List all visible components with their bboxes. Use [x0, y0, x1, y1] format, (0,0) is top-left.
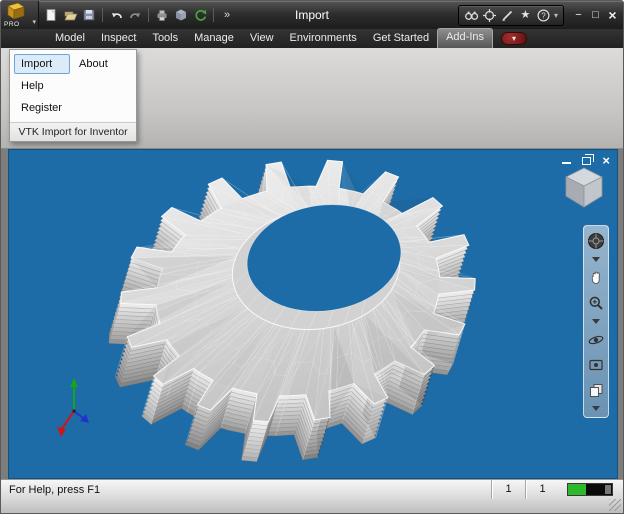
refresh-button[interactable]: [191, 6, 209, 24]
update-button[interactable]: [172, 6, 190, 24]
status-help-text: For Help, press F1: [9, 483, 101, 496]
toolbar-separator: [213, 8, 214, 22]
status-progress-indicator: [567, 483, 613, 496]
red-dropdown-button[interactable]: ▾: [501, 32, 527, 45]
window-bottom-frame: [1, 499, 623, 513]
tab-get-started[interactable]: Get Started: [365, 29, 437, 48]
status-counter-a: 1: [491, 480, 525, 499]
tab-model[interactable]: Model: [47, 29, 93, 48]
progress-tail-segment: [605, 485, 611, 494]
axis-triad: [57, 378, 89, 437]
svg-text:?: ?: [541, 11, 546, 20]
zoom-caret-icon[interactable]: [585, 317, 607, 326]
document-restore-button[interactable]: [582, 154, 595, 166]
ribbon-tab-bar: Model Inspect Tools Manage View Environm…: [1, 28, 623, 48]
ribbon-body: Import About Help Register VTK Import fo…: [1, 48, 623, 149]
print-button[interactable]: [153, 6, 171, 24]
progress-dark-segment: [586, 484, 604, 495]
document-minimize-button[interactable]: [562, 154, 572, 166]
navigation-bar: [583, 225, 609, 418]
flyout-item-help[interactable]: Help: [14, 76, 70, 96]
flyout-item-register[interactable]: Register: [14, 98, 70, 118]
zoom-icon[interactable]: [585, 292, 607, 314]
document-window-controls: ×: [562, 154, 610, 167]
status-right: 1 1: [491, 480, 623, 499]
vtk-import-panel: Import About Help Register VTK Import fo…: [9, 49, 137, 142]
panel-title: VTK Import for Inventor: [10, 122, 136, 141]
pen-icon[interactable]: [500, 8, 515, 23]
document-close-button[interactable]: ×: [602, 154, 610, 167]
window-close-button[interactable]: ×: [604, 6, 621, 24]
navigation-wheel-icon[interactable]: [585, 230, 607, 252]
toolbar-separator: [148, 8, 149, 22]
app-window: PRO ▾ » Import ★ ? ▾ − □ × Model Inspect…: [0, 0, 624, 514]
tab-tools[interactable]: Tools: [144, 29, 186, 48]
status-bar: For Help, press F1 1 1: [1, 479, 623, 499]
view-cube[interactable]: [558, 163, 606, 209]
search-binoculars-icon[interactable]: [464, 8, 479, 23]
navbar-more-caret-icon[interactable]: [585, 404, 607, 413]
titlebar-tool-group: ★ ? ▾: [457, 4, 564, 26]
app-menu-caret-icon: ▾: [32, 19, 36, 26]
status-counter-b: 1: [525, 480, 559, 499]
pan-hand-icon[interactable]: [585, 267, 607, 289]
undo-button[interactable]: [107, 6, 125, 24]
new-file-button[interactable]: [42, 6, 60, 24]
navigation-wheel-caret-icon[interactable]: [585, 255, 607, 264]
open-button[interactable]: [61, 6, 79, 24]
resize-grip[interactable]: [609, 499, 621, 511]
flyout-item-about[interactable]: About: [72, 54, 130, 74]
orbit-icon[interactable]: [585, 329, 607, 351]
window-controls: − □ ×: [570, 6, 621, 24]
window-maximize-button[interactable]: □: [587, 6, 604, 24]
tab-environments[interactable]: Environments: [282, 29, 365, 48]
tab-add-ins[interactable]: Add-Ins: [437, 28, 493, 48]
progress-green-segment: [568, 484, 587, 495]
tab-inspect[interactable]: Inspect: [93, 29, 144, 48]
tab-view[interactable]: View: [242, 29, 282, 48]
look-at-icon[interactable]: [585, 354, 607, 376]
edition-label: PRO: [4, 21, 20, 28]
flyout-item-import[interactable]: Import: [14, 54, 70, 74]
help-dropdown-caret-icon[interactable]: ▾: [554, 11, 558, 20]
previous-view-icon[interactable]: [585, 379, 607, 401]
quick-access-toolbar: »: [39, 6, 239, 24]
redo-button[interactable]: [126, 6, 144, 24]
toolbar-expand-button[interactable]: »: [218, 6, 236, 24]
save-button[interactable]: [80, 6, 98, 24]
viewport[interactable]: ×: [8, 149, 618, 479]
favorites-star-icon[interactable]: ★: [518, 8, 533, 23]
titlebar: PRO ▾ » Import ★ ? ▾ − □ ×: [1, 1, 623, 29]
select-crosshair-icon[interactable]: [482, 8, 497, 23]
tab-manage[interactable]: Manage: [186, 29, 242, 48]
inventor-logo-icon: [7, 2, 25, 20]
titlebar-right-tools: ★ ? ▾ − □ ×: [457, 4, 623, 26]
vtk-panel-grid: Import About Help Register: [10, 50, 136, 122]
help-icon[interactable]: ?: [536, 8, 551, 23]
red-dropdown-caret-icon: ▾: [511, 33, 516, 43]
toolbar-separator: [102, 8, 103, 22]
window-minimize-button[interactable]: −: [570, 6, 587, 24]
application-menu-button[interactable]: PRO ▾: [1, 1, 39, 29]
